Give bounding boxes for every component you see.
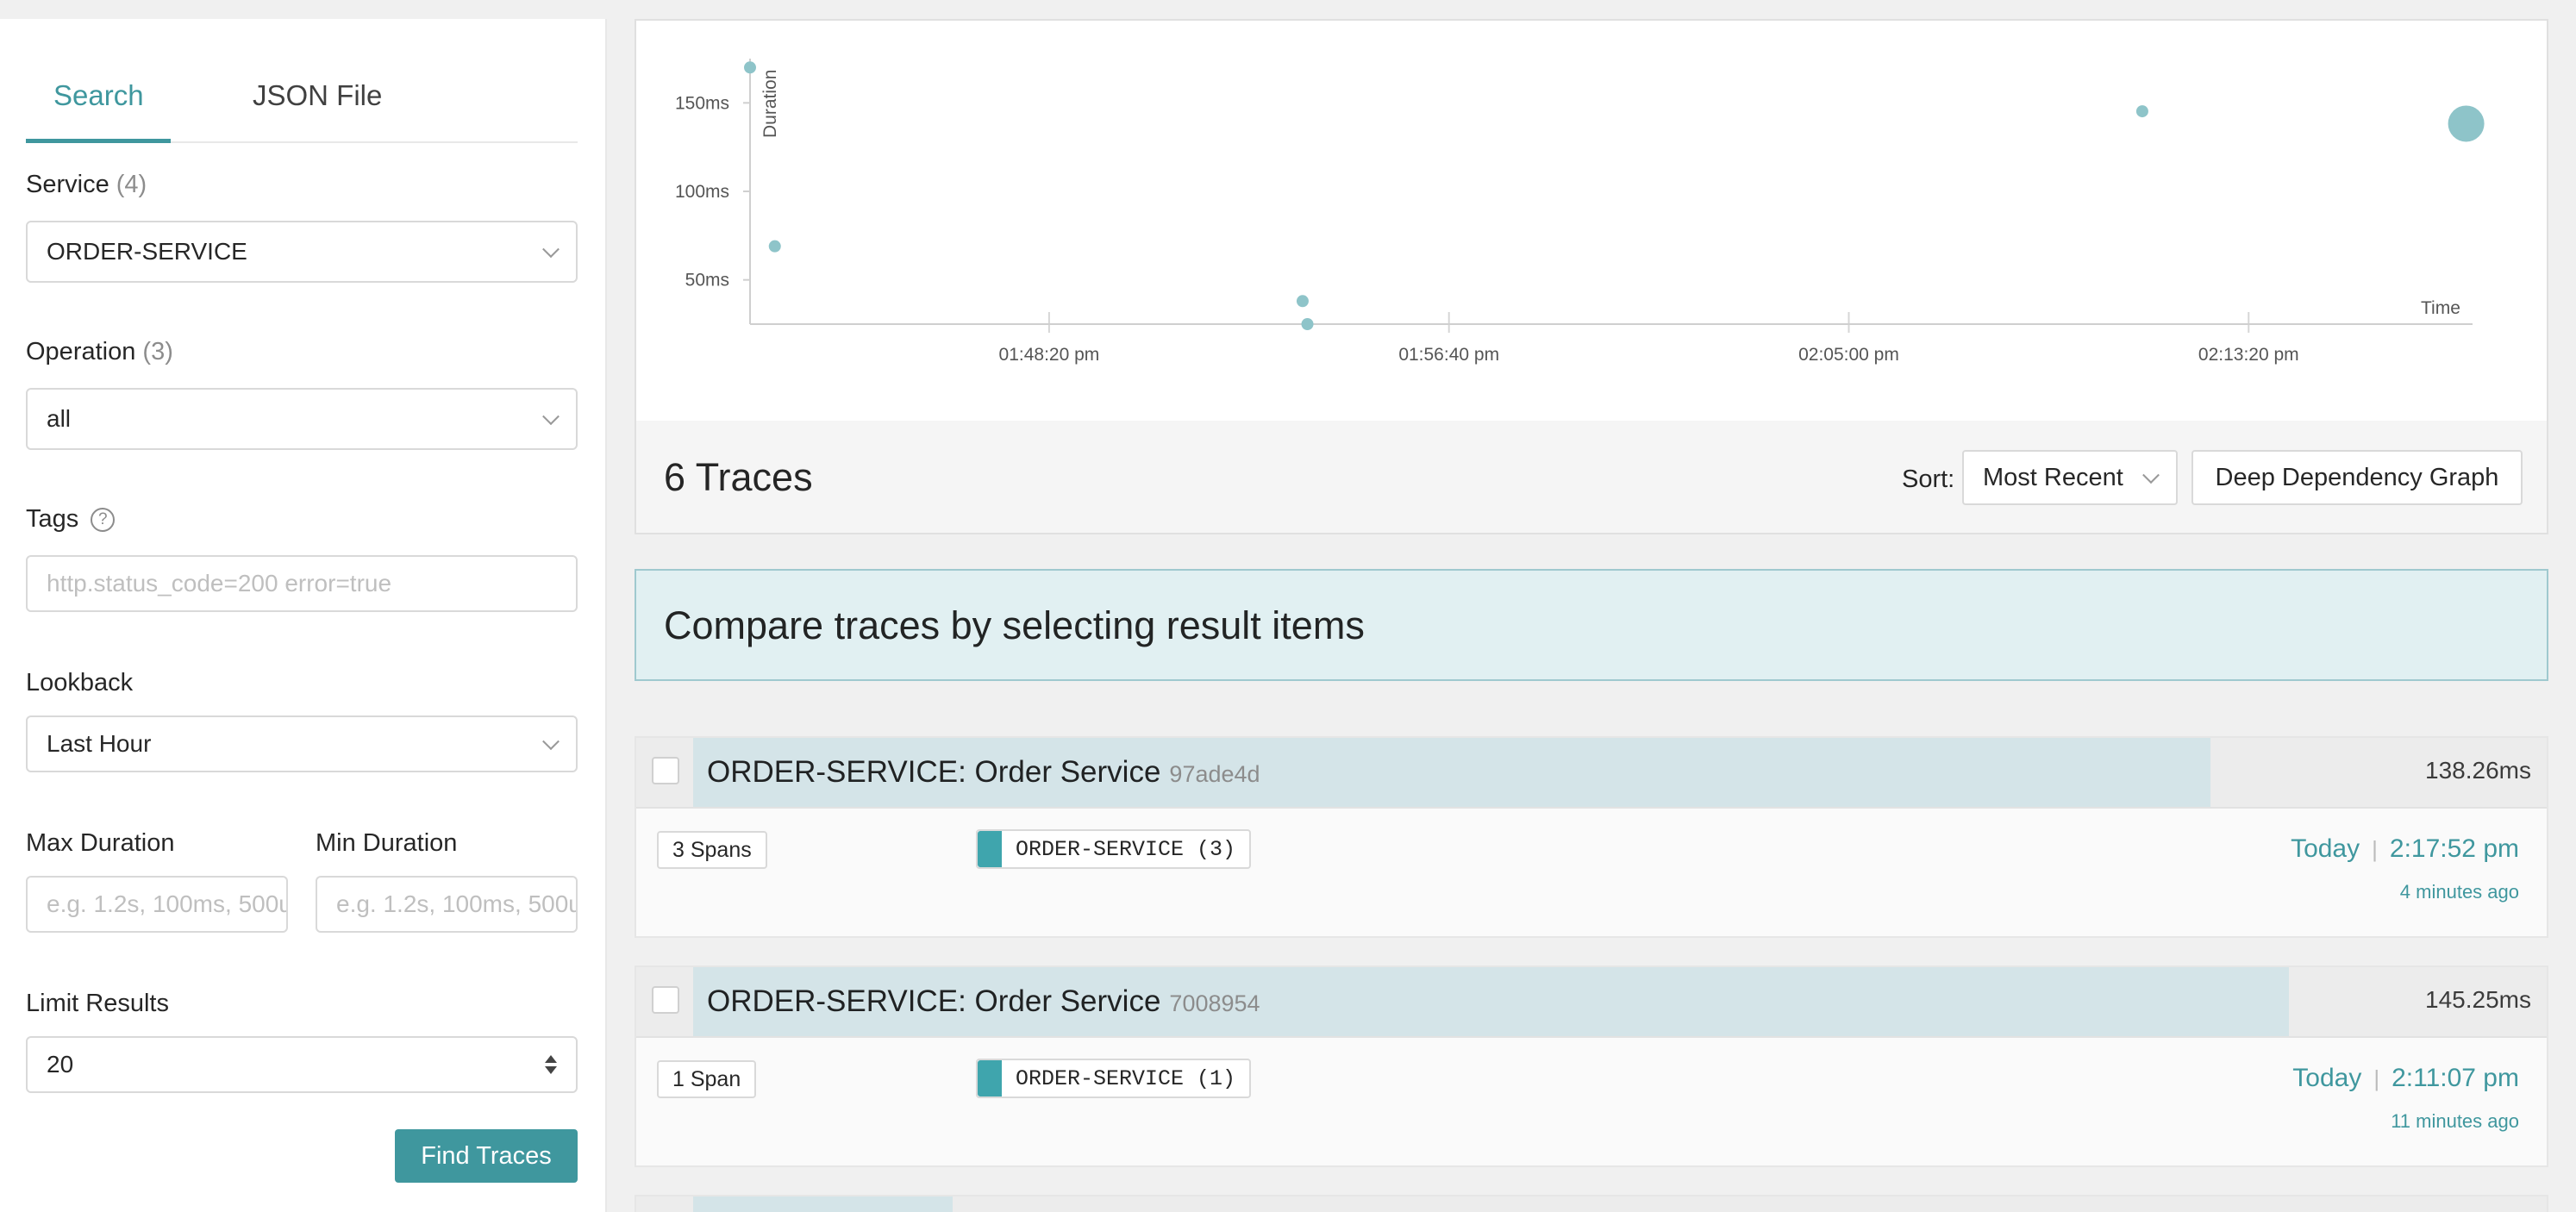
y-tick-label: 50ms bbox=[685, 271, 729, 291]
lookback-select-value: Last Hour bbox=[47, 730, 152, 757]
deep-dependency-graph-button[interactable]: Deep Dependency Graph bbox=[2191, 450, 2523, 505]
y-tick-label: 100ms bbox=[675, 182, 729, 202]
tags-label-text: Tags bbox=[26, 505, 79, 533]
operation-select[interactable]: all bbox=[26, 388, 578, 450]
min-duration-placeholder: e.g. 1.2s, 100ms, 500us bbox=[336, 890, 576, 917]
service-select[interactable]: ORDER-SERVICE bbox=[26, 221, 578, 283]
search-sidebar: Search JSON File Service (4) ORDER-SERVI… bbox=[0, 19, 607, 1212]
trace-day: Today bbox=[2292, 1064, 2362, 1092]
y-tick-label: 150ms bbox=[675, 93, 729, 113]
find-traces-button[interactable]: Find Traces bbox=[395, 1129, 578, 1183]
service-tag-label: ORDER-SERVICE (1) bbox=[1016, 1065, 1236, 1091]
operation-label: Operation (3) bbox=[26, 338, 173, 366]
tags-placeholder: http.status_code=200 error=true bbox=[47, 570, 392, 597]
y-axis-label: Duration bbox=[760, 70, 780, 138]
operation-label-text: Operation bbox=[26, 338, 136, 365]
x-tick-label: 01:48:20 pm bbox=[999, 345, 1100, 365]
trace-result-item[interactable]: ORDER-SERVICE: Order Service 97ade4d 138.… bbox=[635, 736, 2548, 938]
trace-day: Today bbox=[2291, 834, 2360, 863]
limit-results-value: 20 bbox=[47, 1051, 74, 1078]
trace-scatter-point[interactable] bbox=[1296, 295, 1309, 308]
limit-results-label: Limit Results bbox=[26, 990, 169, 1017]
trace-relative-time: 11 minutes ago bbox=[2391, 1110, 2519, 1132]
service-tag: ORDER-SERVICE (3) bbox=[976, 829, 1252, 869]
service-color-swatch bbox=[978, 1060, 1002, 1096]
trace-header[interactable]: ORDER-SERVICE: Order Service 97ade4d 138.… bbox=[636, 738, 2547, 809]
trace-start-time: Today | 2:17:52 pm bbox=[2291, 834, 2519, 863]
x-axis-label: Time bbox=[2421, 298, 2460, 318]
chevron-down-icon bbox=[542, 408, 560, 426]
tab-json-file[interactable]: JSON File bbox=[253, 79, 382, 112]
max-duration-placeholder: e.g. 1.2s, 100ms, 500us bbox=[47, 890, 286, 917]
trace-relative-time: 4 minutes ago bbox=[2399, 881, 2519, 903]
service-label-text: Service bbox=[26, 171, 109, 198]
tags-label: Tags ? bbox=[26, 505, 116, 534]
tab-search[interactable]: Search bbox=[53, 79, 144, 112]
search-tabs: Search JSON File bbox=[26, 19, 578, 143]
service-color-swatch bbox=[978, 831, 1002, 867]
traces-count-title: 6 Traces bbox=[664, 455, 813, 499]
trace-duration: 138.26ms bbox=[2425, 757, 2531, 784]
trace-title-text: ORDER-SERVICE: Order Service bbox=[707, 984, 1161, 1018]
x-tick-label: 02:13:20 pm bbox=[2198, 345, 2299, 365]
help-icon[interactable]: ? bbox=[91, 508, 116, 533]
trace-time: 2:17:52 pm bbox=[2389, 834, 2519, 863]
chevron-down-icon bbox=[542, 733, 560, 751]
operation-select-value: all bbox=[47, 405, 72, 432]
trace-select-checkbox[interactable] bbox=[652, 986, 679, 1014]
trace-duration: 145.25ms bbox=[2425, 986, 2531, 1013]
trace-header[interactable] bbox=[636, 1196, 2547, 1212]
operation-count: (3) bbox=[142, 338, 173, 365]
sort-select-value: Most Recent bbox=[1983, 463, 2123, 491]
min-duration-input[interactable]: e.g. 1.2s, 100ms, 500us bbox=[316, 876, 578, 933]
trace-scatter-point[interactable] bbox=[744, 61, 756, 74]
max-duration-input[interactable]: e.g. 1.2s, 100ms, 500us bbox=[26, 876, 288, 933]
trace-scatter-point[interactable] bbox=[1301, 318, 1314, 330]
trace-scatter-point[interactable] bbox=[2448, 105, 2485, 142]
trace-start-time: Today | 2:11:07 pm bbox=[2292, 1064, 2519, 1092]
limit-results-input[interactable]: 20 bbox=[26, 1036, 578, 1093]
results-header: 6 Traces Sort: Most Recent Deep Dependen… bbox=[635, 421, 2548, 534]
x-tick-label: 02:05:00 pm bbox=[1798, 345, 1899, 365]
trace-id: 7008954 bbox=[1169, 990, 1260, 1016]
sort-select[interactable]: Most Recent bbox=[1962, 450, 2178, 505]
number-stepper-icon[interactable] bbox=[545, 1055, 557, 1074]
max-duration-label: Max Duration bbox=[26, 829, 175, 857]
tags-input[interactable]: http.status_code=200 error=true bbox=[26, 555, 578, 612]
x-tick-label: 01:56:40 pm bbox=[1398, 345, 1499, 365]
trace-time: 2:11:07 pm bbox=[2392, 1064, 2519, 1092]
trace-title-text: ORDER-SERVICE: Order Service bbox=[707, 755, 1161, 789]
compare-traces-banner: Compare traces by selecting result items bbox=[635, 569, 2548, 681]
service-tag: ORDER-SERVICE (1) bbox=[976, 1059, 1252, 1098]
trace-select-checkbox[interactable] bbox=[652, 757, 679, 784]
lookback-select[interactable]: Last Hour bbox=[26, 715, 578, 772]
compare-traces-text: Compare traces by selecting result items bbox=[664, 603, 1365, 647]
trace-scatter-point[interactable] bbox=[768, 240, 781, 253]
trace-scatter-point[interactable] bbox=[2135, 105, 2148, 118]
spans-count-badge: 1 Span bbox=[657, 1060, 757, 1098]
service-count: (4) bbox=[116, 171, 147, 198]
trace-title[interactable]: ORDER-SERVICE: Order Service 7008954 bbox=[707, 984, 1260, 1019]
service-label: Service (4) bbox=[26, 171, 147, 199]
lookback-label: Lookback bbox=[26, 669, 134, 697]
scatter-plot-svg: 50ms 100ms 150ms 01:48:20 pm 01:56:40 pm 02:… bbox=[675, 59, 2485, 365]
duration-scatter-chart: 50ms 100ms 150ms 01:48:20 pm 01:56:40 pm 02:… bbox=[635, 19, 2548, 422]
trace-title[interactable]: ORDER-SERVICE: Order Service 97ade4d bbox=[707, 755, 1260, 790]
trace-result-item[interactable] bbox=[635, 1195, 2548, 1212]
min-duration-label: Min Duration bbox=[316, 829, 458, 857]
trace-result-item[interactable]: ORDER-SERVICE: Order Service 7008954 145.… bbox=[635, 965, 2548, 1167]
service-select-value: ORDER-SERVICE bbox=[47, 238, 247, 265]
trace-header[interactable]: ORDER-SERVICE: Order Service 7008954 145.… bbox=[636, 967, 2547, 1038]
chevron-down-icon bbox=[542, 241, 560, 259]
chevron-down-icon bbox=[2142, 466, 2160, 484]
sort-label: Sort: bbox=[1902, 465, 1955, 493]
trace-id: 97ade4d bbox=[1169, 761, 1260, 787]
spans-count-badge: 3 Spans bbox=[657, 831, 767, 869]
active-tab-indicator bbox=[26, 139, 171, 143]
service-tag-label: ORDER-SERVICE (3) bbox=[1016, 836, 1236, 862]
trace-duration-bar bbox=[693, 1196, 953, 1212]
